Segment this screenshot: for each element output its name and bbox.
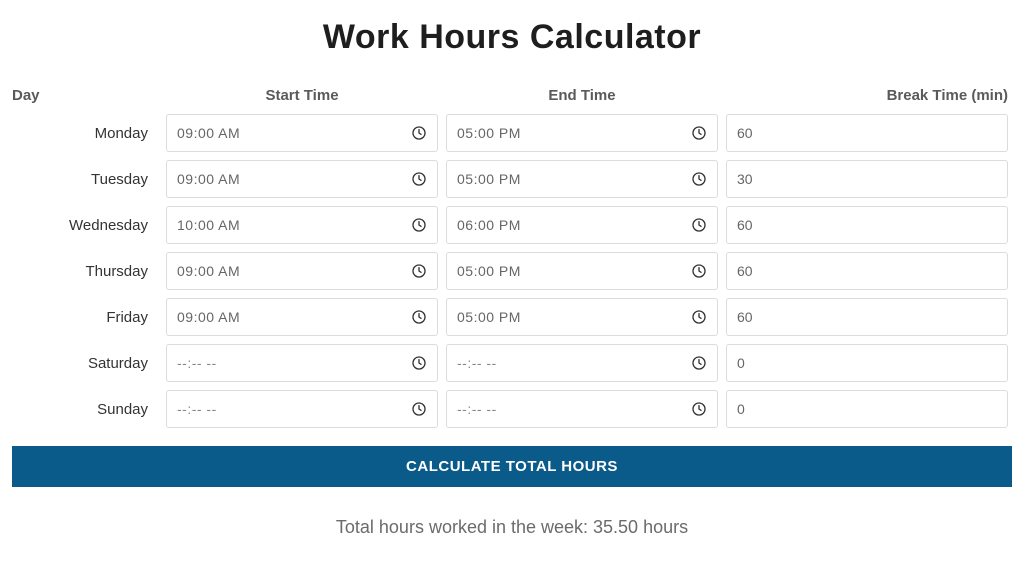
start-time-value: --:-- -- <box>177 355 217 371</box>
break-time-value: 60 <box>737 263 753 279</box>
start-time-input[interactable]: 09:00 AM <box>166 298 438 336</box>
day-label: Tuesday <box>12 171 162 188</box>
day-row: Saturday --:-- -- --:-- -- 0 <box>12 344 1012 382</box>
header-break: Break Time (min) <box>722 87 1012 104</box>
start-time-input[interactable]: 09:00 AM <box>166 114 438 152</box>
header-day: Day <box>12 87 162 104</box>
day-row: Tuesday 09:00 AM 05:00 PM 30 <box>12 160 1012 198</box>
start-time-value: 09:00 AM <box>177 263 240 279</box>
page-title: Work Hours Calculator <box>12 18 1012 57</box>
break-time-input[interactable]: 30 <box>726 160 1008 198</box>
end-time-value: 05:00 PM <box>457 125 521 141</box>
day-label: Friday <box>12 309 162 326</box>
break-time-value: 0 <box>737 355 745 371</box>
end-time-input[interactable]: 05:00 PM <box>446 252 718 290</box>
break-time-input[interactable]: 60 <box>726 298 1008 336</box>
clock-icon <box>411 401 427 417</box>
clock-icon <box>691 125 707 141</box>
day-label: Sunday <box>12 401 162 418</box>
break-time-value: 60 <box>737 217 753 233</box>
start-time-input[interactable]: --:-- -- <box>166 390 438 428</box>
end-time-value: 05:00 PM <box>457 309 521 325</box>
end-time-value: 05:00 PM <box>457 171 521 187</box>
end-time-value: --:-- -- <box>457 401 497 417</box>
end-time-input[interactable]: 06:00 PM <box>446 206 718 244</box>
day-label: Saturday <box>12 355 162 372</box>
day-row: Wednesday 10:00 AM 06:00 PM 60 <box>12 206 1012 244</box>
day-row: Sunday --:-- -- --:-- -- 0 <box>12 390 1012 428</box>
calculate-button[interactable]: CALCULATE TOTAL HOURS <box>12 446 1012 487</box>
day-row: Friday 09:00 AM 05:00 PM 60 <box>12 298 1012 336</box>
break-time-input[interactable]: 0 <box>726 390 1008 428</box>
end-time-value: 06:00 PM <box>457 217 521 233</box>
clock-icon <box>691 401 707 417</box>
break-time-input[interactable]: 60 <box>726 252 1008 290</box>
clock-icon <box>691 355 707 371</box>
end-time-value: --:-- -- <box>457 355 497 371</box>
break-time-value: 30 <box>737 171 753 187</box>
break-time-value: 60 <box>737 309 753 325</box>
clock-icon <box>411 171 427 187</box>
end-time-value: 05:00 PM <box>457 263 521 279</box>
calculator-container: Work Hours Calculator Day Start Time End… <box>12 18 1012 558</box>
break-time-value: 60 <box>737 125 753 141</box>
day-label: Wednesday <box>12 217 162 234</box>
start-time-value: --:-- -- <box>177 401 217 417</box>
header-end: End Time <box>442 87 722 104</box>
end-time-input[interactable]: --:-- -- <box>446 344 718 382</box>
clock-icon <box>691 263 707 279</box>
break-time-value: 0 <box>737 401 745 417</box>
clock-icon <box>411 355 427 371</box>
end-time-input[interactable]: 05:00 PM <box>446 114 718 152</box>
start-time-value: 10:00 AM <box>177 217 240 233</box>
clock-icon <box>691 309 707 325</box>
start-time-input[interactable]: 09:00 AM <box>166 252 438 290</box>
clock-icon <box>691 217 707 233</box>
clock-icon <box>691 171 707 187</box>
clock-icon <box>411 263 427 279</box>
end-time-input[interactable]: 05:00 PM <box>446 298 718 336</box>
break-time-input[interactable]: 60 <box>726 206 1008 244</box>
break-time-input[interactable]: 0 <box>726 344 1008 382</box>
end-time-input[interactable]: 05:00 PM <box>446 160 718 198</box>
start-time-input[interactable]: --:-- -- <box>166 344 438 382</box>
break-time-input[interactable]: 60 <box>726 114 1008 152</box>
day-label: Thursday <box>12 263 162 280</box>
day-label: Monday <box>12 125 162 142</box>
clock-icon <box>411 217 427 233</box>
column-headers: Day Start Time End Time Break Time (min) <box>12 87 1012 104</box>
header-start: Start Time <box>162 87 442 104</box>
day-rows: Monday 09:00 AM 05:00 PM 60 Tuesday 09:00 AM 0… <box>12 114 1012 428</box>
result-text: Total hours worked in the week: 35.50 ho… <box>12 517 1012 538</box>
clock-icon <box>411 309 427 325</box>
start-time-value: 09:00 AM <box>177 125 240 141</box>
start-time-input[interactable]: 10:00 AM <box>166 206 438 244</box>
day-row: Thursday 09:00 AM 05:00 PM 60 <box>12 252 1012 290</box>
end-time-input[interactable]: --:-- -- <box>446 390 718 428</box>
start-time-value: 09:00 AM <box>177 309 240 325</box>
clock-icon <box>411 125 427 141</box>
start-time-value: 09:00 AM <box>177 171 240 187</box>
day-row: Monday 09:00 AM 05:00 PM 60 <box>12 114 1012 152</box>
start-time-input[interactable]: 09:00 AM <box>166 160 438 198</box>
